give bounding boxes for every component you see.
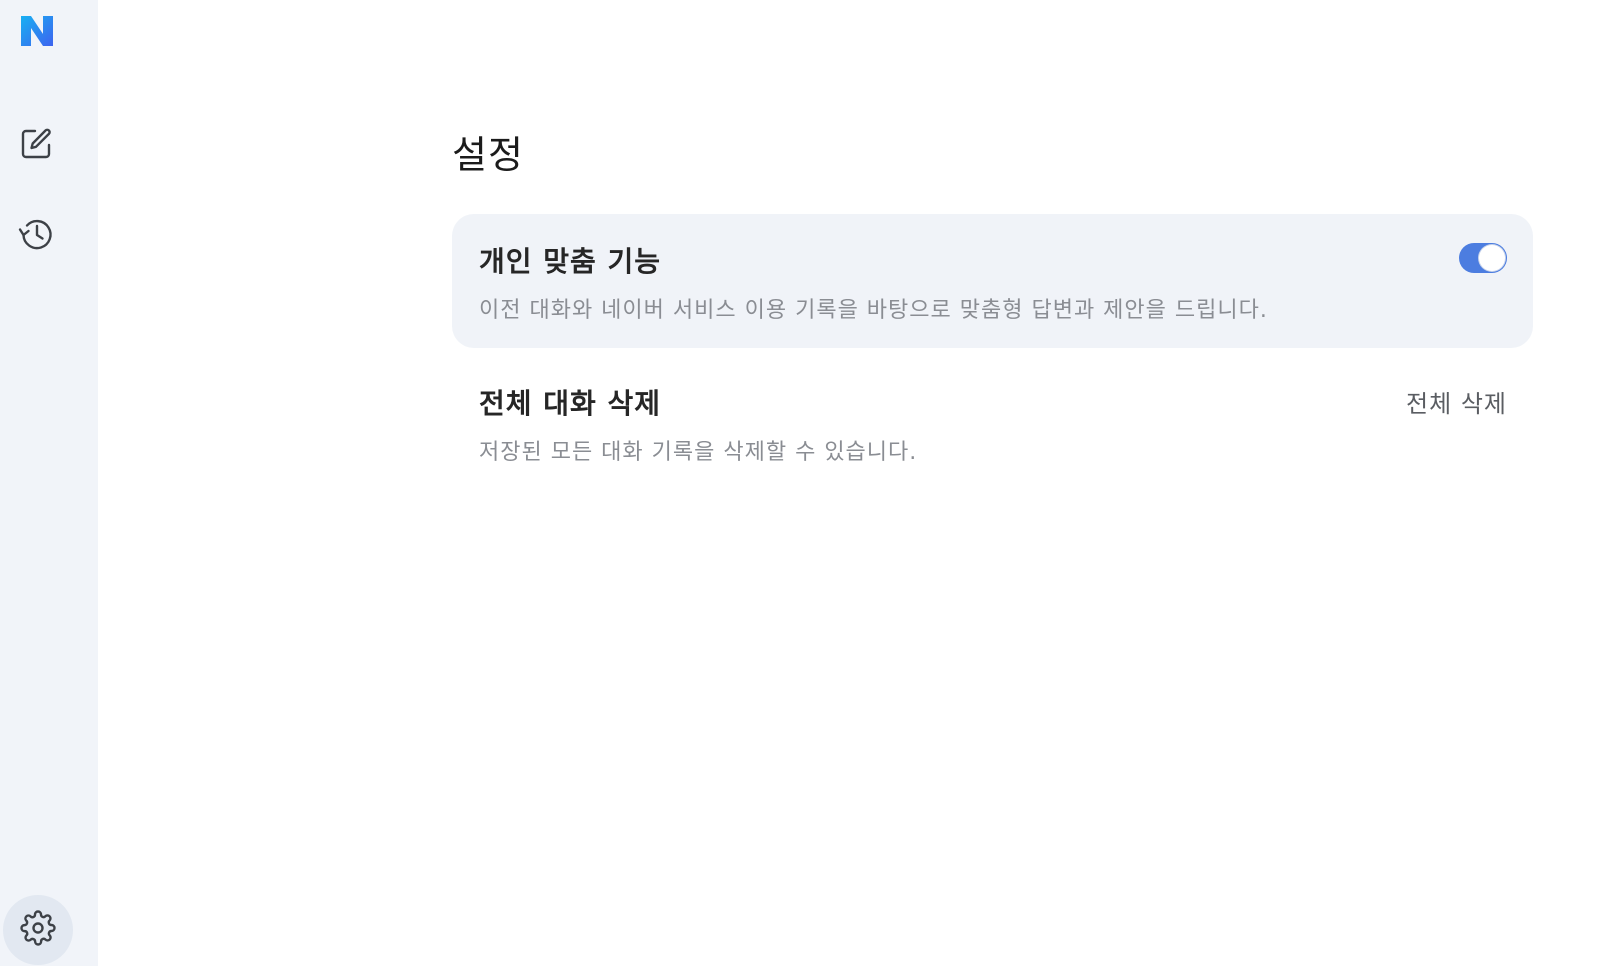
option-title: 개인 맞춤 기능 — [479, 245, 662, 278]
edit-icon — [18, 126, 54, 166]
option-title: 전체 대화 삭제 — [479, 387, 662, 420]
new-chat-button[interactable] — [14, 124, 58, 168]
naver-logo-icon[interactable] — [18, 14, 56, 48]
delete-all-button[interactable]: 전체 삭제 — [1406, 384, 1507, 419]
history-button[interactable] — [14, 214, 58, 258]
history-icon — [16, 214, 56, 258]
page-title: 설정 — [452, 133, 524, 177]
option-description: 이전 대화와 네이버 서비스 이용 기록을 바탕으로 맞춤형 답변과 제안을 드… — [479, 298, 1268, 323]
settings-button[interactable] — [3, 895, 73, 965]
personalization-toggle[interactable] — [1459, 243, 1507, 273]
app-root: 설정 개인 맞춤 기능 이전 대화와 네이버 서비스 이용 기록을 바탕으로 맞… — [0, 0, 1600, 966]
delete-all-chats-option: 전체 대화 삭제 저장된 모든 대화 기록을 삭제할 수 있습니다. 전체 삭제 — [452, 356, 1533, 476]
personalization-option: 개인 맞춤 기능 이전 대화와 네이버 서비스 이용 기록을 바탕으로 맞춤형 … — [452, 214, 1533, 348]
sidebar — [0, 0, 98, 966]
gear-icon — [20, 910, 56, 950]
toggle-knob — [1479, 245, 1505, 271]
option-description: 저장된 모든 대화 기록을 삭제할 수 있습니다. — [479, 440, 918, 465]
